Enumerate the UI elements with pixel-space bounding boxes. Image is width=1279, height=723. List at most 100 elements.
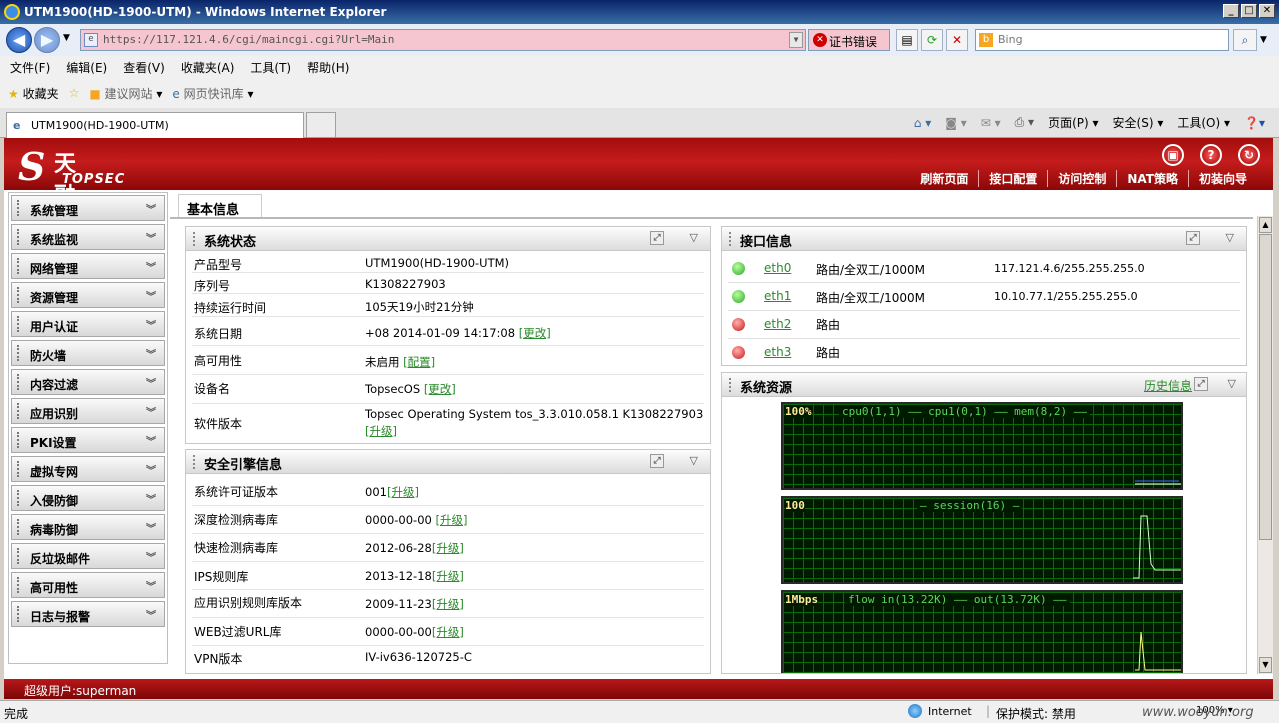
help-icon[interactable]: ❓▾ [1244, 116, 1265, 130]
menu-tools[interactable]: 工具(T) [250, 59, 291, 76]
browser-tab[interactable]: e UTM1900(HD-1900-UTM) [6, 112, 304, 138]
interface-config-link[interactable]: 接口配置 [978, 170, 1047, 187]
refresh-icon[interactable]: ⟳ [921, 29, 943, 51]
interface-link-eth2[interactable]: eth2 [764, 317, 791, 331]
scroll-down-button[interactable]: ▼ [1259, 657, 1272, 673]
upgrade-link[interactable]: [升级] [436, 513, 468, 527]
interface-link-eth1[interactable]: eth1 [764, 289, 791, 303]
configure-ha-link[interactable]: [配置] [403, 355, 435, 369]
interface-ip: 117.121.4.6/255.255.255.0 [994, 262, 1145, 275]
sidebar-item-logs-alerts[interactable]: 日志与报警 ︾ [11, 601, 165, 627]
logo-en: TOPSEC [62, 172, 126, 187]
menu-edit[interactable]: 编辑(E) [66, 59, 107, 76]
menu-favorites[interactable]: 收藏夹(A) [181, 59, 235, 76]
list-item: eth0 路由/全双工/1000M 117.121.4.6/255.255.25… [728, 255, 1240, 283]
interface-link-eth3[interactable]: eth3 [764, 345, 791, 359]
page-menu[interactable]: 页面(P) ▾ [1048, 114, 1098, 131]
minimize-button[interactable]: _ [1223, 4, 1239, 18]
refresh-panel-icon[interactable]: ⤢ [1186, 231, 1200, 245]
refresh-panel-icon[interactable]: ⤢ [650, 231, 664, 245]
address-input[interactable]: e https://117.121.4.6/cgi/maincgi.cgi?Ur… [80, 29, 806, 51]
upgrade-link[interactable]: [升级] [432, 597, 464, 611]
upgrade-software-link[interactable]: [升级] [365, 424, 397, 438]
row-value: 2009-11-23 [365, 597, 432, 611]
web-slice-gallery-button[interactable]: e 网页快讯库 ▾ [172, 85, 253, 102]
security-zone: Internet [928, 705, 972, 718]
menu-file[interactable]: 文件(F) [10, 59, 50, 76]
sidebar-item-app-identify[interactable]: 应用识别 ︾ [11, 398, 165, 424]
sidebar-item-content-filter[interactable]: 内容过滤 ︾ [11, 369, 165, 395]
upgrade-link[interactable]: [升级] [432, 569, 464, 583]
sidebar-item-firewall[interactable]: 防火墙 ︾ [11, 340, 165, 366]
collapse-icon[interactable]: ▽ [1226, 231, 1234, 244]
upgrade-link[interactable]: [升级] [432, 541, 464, 555]
change-date-link[interactable]: [更改] [519, 326, 551, 340]
refresh-panel-icon[interactable]: ⤢ [650, 454, 664, 468]
refresh-page-link[interactable]: 刷新页面 [910, 170, 978, 187]
address-dropdown[interactable]: ▼ [789, 32, 803, 48]
save-icon[interactable]: ▣ [1162, 144, 1184, 166]
sidebar-item-resources[interactable]: 资源管理 ︾ [11, 282, 165, 308]
sidebar-item-ips[interactable]: 入侵防御 ︾ [11, 485, 165, 511]
vertical-scrollbar[interactable]: ▲ ▼ [1257, 216, 1273, 674]
favorites-button[interactable]: ★ 收藏夹 [8, 85, 59, 102]
scroll-up-button[interactable]: ▲ [1259, 217, 1272, 233]
upgrade-link[interactable]: [升级] [387, 485, 419, 499]
sidebar-item-antispam[interactable]: 反垃圾邮件 ︾ [11, 543, 165, 569]
mail-icon[interactable]: ✉ ▾ [981, 116, 1001, 130]
forward-button[interactable]: ▶ [34, 27, 60, 53]
sidebar-item-pki[interactable]: PKI设置 ︾ [11, 427, 165, 453]
recent-pages-dropdown[interactable]: ▼ [63, 33, 70, 43]
history-info-link[interactable]: 历史信息 [1144, 377, 1192, 394]
table-row: 快速检测病毒库 2012-06-28[升级] [192, 534, 704, 562]
collapse-icon[interactable]: ▽ [1228, 377, 1236, 390]
sidebar-item-network[interactable]: 网络管理 ︾ [11, 253, 165, 279]
compat-view-icon[interactable]: ▤ [896, 29, 918, 51]
safety-menu-label: 安全(S) [1112, 116, 1154, 130]
refresh-panel-icon[interactable]: ⤢ [1194, 377, 1208, 391]
sidebar-item-system-monitor[interactable]: 系统监视 ︾ [11, 224, 165, 250]
help-circle-icon[interactable]: ? [1200, 144, 1222, 166]
print-icon[interactable]: ⎙ ▾ [1015, 115, 1034, 130]
change-device-name-link[interactable]: [更改] [424, 382, 456, 396]
row-value: TopsecOS [365, 382, 424, 396]
maximize-button[interactable]: □ [1241, 4, 1257, 18]
search-icon[interactable]: ⌕ [1233, 29, 1257, 51]
sidebar-item-system-management[interactable]: 系统管理 ︾ [11, 195, 165, 221]
sidebar-item-vpn[interactable]: 虚拟专网 ︾ [11, 456, 165, 482]
collapse-icon[interactable]: ▽ [690, 454, 698, 467]
upgrade-link[interactable]: [升级] [432, 625, 464, 639]
add-favorite-icon[interactable]: ☆ [69, 86, 80, 100]
status-bar: 完成 Internet | 保护模式: 禁用 100% ▾ www.wooyun… [0, 700, 1279, 723]
suggested-sites-button[interactable]: ■ 建议网站 ▾ [89, 85, 162, 102]
feeds-icon[interactable]: ◙ ▾ [945, 116, 966, 130]
safety-menu[interactable]: 安全(S) ▾ [1113, 114, 1164, 131]
interface-link-eth0[interactable]: eth0 [764, 261, 791, 275]
scroll-thumb[interactable] [1259, 234, 1272, 540]
row-value: IV-iv636-120725-C [365, 650, 472, 664]
back-button[interactable]: ◀ [6, 27, 32, 53]
logout-icon[interactable]: ↻ [1238, 144, 1260, 166]
stop-icon[interactable]: ✕ [946, 29, 968, 51]
home-icon[interactable]: ⌂ ▾ [914, 116, 931, 130]
menu-view[interactable]: 查看(V) [123, 59, 165, 76]
tools-menu[interactable]: 工具(O) ▾ [1177, 114, 1230, 131]
row-key: 序列号 [194, 279, 231, 293]
sidebar-item-user-auth[interactable]: 用户认证 ︾ [11, 311, 165, 337]
search-options-dropdown[interactable]: ▼ [1260, 35, 1267, 45]
new-tab-button[interactable] [306, 112, 336, 138]
setup-wizard-link[interactable]: 初装向导 [1187, 170, 1257, 187]
nat-policy-link[interactable]: NAT策略 [1116, 170, 1188, 187]
status-text: 完成 [4, 707, 29, 721]
collapse-icon[interactable]: ▽ [690, 231, 698, 244]
sidebar-item-high-availability[interactable]: 高可用性 ︾ [11, 572, 165, 598]
quick-nav: 刷新页面 接口配置 访问控制 NAT策略 初装向导 [910, 170, 1257, 187]
certificate-error-button[interactable]: ✕ 证书错误 [808, 29, 890, 51]
access-control-link[interactable]: 访问控制 [1047, 170, 1116, 187]
tab-basic-info[interactable]: 基本信息 [178, 194, 262, 218]
window-title: UTM1900(HD-1900-UTM) - Windows Internet … [24, 5, 387, 19]
sidebar-item-antivirus[interactable]: 病毒防御 ︾ [11, 514, 165, 540]
close-button[interactable]: ✕ [1259, 4, 1275, 18]
search-input[interactable]: b Bing [975, 29, 1229, 51]
menu-help[interactable]: 帮助(H) [307, 59, 349, 76]
